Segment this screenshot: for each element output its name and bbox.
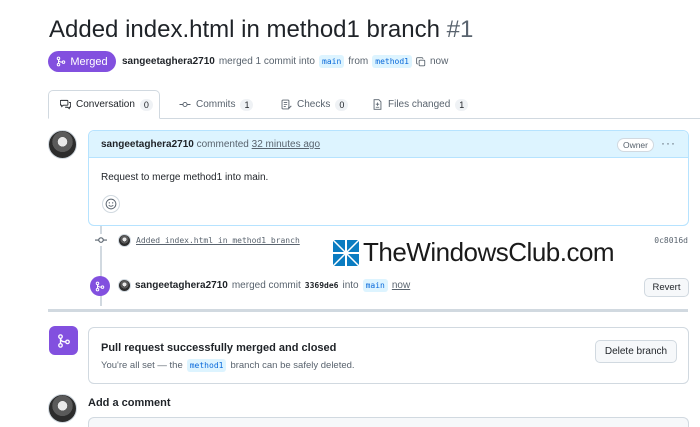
tab-label: Commits — [196, 99, 236, 110]
comment-box: sangeetaghera2710 commented 32 minutes a… — [88, 130, 689, 226]
merged-status-icon — [49, 326, 78, 355]
git-commit-icon — [179, 101, 191, 108]
base-branch-label[interactable]: main — [319, 55, 345, 68]
tab-counter: 0 — [335, 98, 349, 111]
tab-label: Files changed — [388, 99, 451, 110]
comment-discussion-icon — [60, 99, 71, 110]
merge-target-branch[interactable]: main — [362, 279, 388, 292]
merged-summary-desc: You're all set — the method1 branch can … — [101, 359, 355, 372]
timeline-separator — [48, 309, 688, 312]
git-commit-icon — [95, 234, 107, 246]
comment-editor[interactable] — [88, 417, 689, 427]
tab-label: Conversation — [76, 99, 135, 110]
pr-title: Added index.html in method1 branch — [49, 16, 440, 43]
tab-counter: 1 — [455, 98, 469, 111]
merge-event-icon — [90, 276, 110, 296]
comment-header: sangeetaghera2710 commented 32 minutes a… — [89, 131, 688, 158]
watermark-text: TheWindowsClub.com — [363, 237, 615, 267]
tab-counter: 1 — [240, 98, 254, 111]
pr-meta: sangeetaghera2710 merged 1 commit into m… — [122, 55, 448, 68]
comment-time-link[interactable]: 32 minutes ago — [252, 139, 320, 150]
merger-avatar[interactable] — [118, 279, 131, 292]
merged-desc-prefix: You're all set — the — [101, 360, 183, 371]
git-merge-icon — [57, 56, 66, 67]
head-branch-label[interactable]: method1 — [372, 55, 412, 68]
merge-event-time[interactable]: now — [392, 280, 410, 291]
merge-event-action: merged commit — [231, 280, 301, 291]
owner-badge: Owner — [616, 138, 654, 152]
copy-icon[interactable] — [416, 56, 426, 67]
merged-desc-suffix: branch can be safely deleted. — [230, 360, 355, 371]
pr-tabs: Conversation 0 Commits 1 Checks 0 Files … — [48, 90, 700, 119]
commit-author-avatar[interactable] — [118, 233, 131, 247]
pr-author-link[interactable]: sangeetaghera2710 — [122, 56, 215, 67]
comment-action: commented — [196, 139, 249, 150]
tab-files-changed[interactable]: Files changed 1 — [372, 90, 469, 119]
merger-author-link[interactable]: sangeetaghera2710 — [135, 280, 228, 291]
merged-status-badge: Merged — [48, 51, 116, 72]
merge-summary-text: merged 1 commit into — [218, 56, 315, 67]
git-merge-icon — [57, 333, 70, 348]
windows-logo-icon — [333, 239, 359, 266]
from-text: from — [348, 56, 369, 67]
pr-number: #1 — [446, 16, 474, 43]
file-diff-icon — [373, 99, 382, 110]
merged-status-label: Merged — [70, 55, 108, 68]
merge-commit-sha[interactable]: 3369de6 — [305, 281, 339, 290]
tab-conversation[interactable]: Conversation 0 — [48, 90, 160, 119]
git-merge-icon — [95, 281, 105, 291]
deletable-branch-label[interactable]: method1 — [186, 359, 227, 372]
comment-header-text: sangeetaghera2710 commented 32 minutes a… — [101, 139, 320, 150]
tab-label: Checks — [297, 99, 331, 110]
merge-time: now — [429, 56, 449, 67]
comment-body: Request to merge method1 into main. — [101, 172, 269, 183]
tab-commits[interactable]: Commits 1 — [179, 90, 254, 119]
merged-summary-box: Pull request successfully merged and clo… — [88, 327, 689, 384]
watermark: TheWindowsClub.com — [333, 237, 615, 268]
comment-author-link[interactable]: sangeetaghera2710 — [101, 139, 194, 150]
revert-button[interactable]: Revert — [644, 278, 689, 297]
page-title: Added index.html in method1 branch #1 — [49, 16, 473, 44]
current-user-avatar[interactable] — [48, 394, 77, 423]
add-comment-heading: Add a comment — [88, 397, 171, 409]
merge-event-into: into — [342, 280, 359, 291]
commit-message-link[interactable]: Added index.html in method1 branch — [136, 236, 300, 245]
merge-event-text: sangeetaghera2710 merged commit 3369de6 … — [118, 279, 410, 292]
tab-counter: 0 — [139, 98, 153, 111]
kebab-menu-icon[interactable]: ··· — [661, 136, 676, 150]
comment-author-avatar[interactable] — [48, 130, 77, 159]
merged-summary-title: Pull request successfully merged and clo… — [101, 342, 337, 354]
commit-sha-link[interactable]: 0c8016d — [654, 236, 688, 245]
tab-checks[interactable]: Checks 0 — [281, 90, 349, 119]
add-reaction-button[interactable] — [102, 195, 120, 213]
checklist-icon — [281, 99, 292, 110]
delete-branch-button[interactable]: Delete branch — [595, 340, 677, 363]
smiley-icon — [105, 198, 117, 210]
